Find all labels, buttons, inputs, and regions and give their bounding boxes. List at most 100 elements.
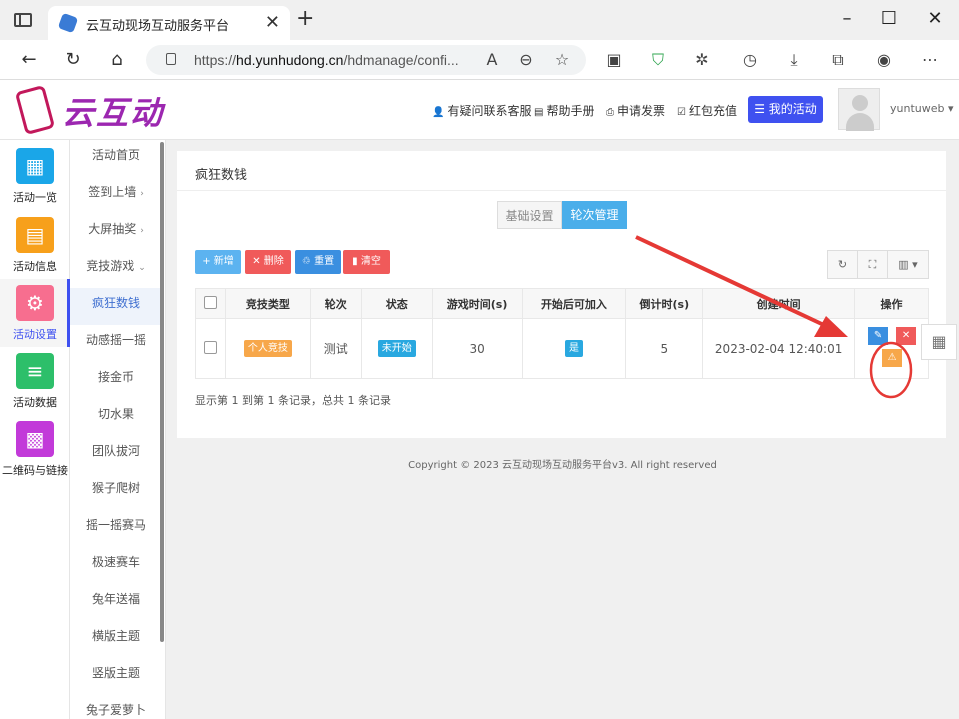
submenu-item[interactable]: 竖版主题 xyxy=(70,658,162,695)
round-management-card: 疯狂数钱 基础设置 轮次管理 + 新增 ✕ 删除 ♲ 重置 ▮ 清空 ↻ ⛶ ▥… xyxy=(177,151,946,438)
nav-label: 活动设置 xyxy=(13,328,57,341)
submenu-scrollbar[interactable] xyxy=(160,142,164,642)
database-icon: ≡ xyxy=(16,353,54,389)
username-dropdown[interactable]: yuntuweb ▾ xyxy=(890,102,954,115)
trash-icon: ▮ xyxy=(352,256,361,267)
nav-label: 活动一览 xyxy=(13,191,57,204)
submenu-item[interactable]: 兔子爱萝卜 xyxy=(70,695,162,719)
main-content: 疯狂数钱 基础设置 轮次管理 + 新增 ✕ 删除 ♲ 重置 ▮ 清空 ↻ ⛶ ▥… xyxy=(166,140,959,719)
refresh-icon[interactable]: ↻ xyxy=(60,48,86,72)
join-cell: 是 xyxy=(521,318,627,379)
submenu-item[interactable]: 摇一摇赛马 xyxy=(70,510,162,547)
read-aloud-icon[interactable]: A xyxy=(482,50,502,70)
refresh-table-button[interactable]: ↻ xyxy=(827,250,858,279)
reset-button[interactable]: ♲ 重置 xyxy=(295,250,341,274)
column-header[interactable]: 开始后可加入 xyxy=(521,288,627,319)
book-icon: ▤ xyxy=(534,107,544,118)
columns-toggle-button[interactable]: ▥ ▾ xyxy=(887,250,929,279)
extension-icon[interactable]: ▣ xyxy=(604,50,624,70)
submenu-item[interactable]: 兔年送福 xyxy=(70,584,162,621)
download-icon[interactable]: ⤓ xyxy=(784,50,804,70)
delete-button[interactable]: ✕ 删除 xyxy=(245,250,291,274)
submenu-item[interactable]: 猴子爬树 xyxy=(70,473,162,510)
qrcode-icon: ▩ xyxy=(16,421,54,457)
submenu-item[interactable]: 签到上墙 › xyxy=(70,177,162,214)
submenu-item[interactable]: 接金币 xyxy=(70,362,162,399)
column-header[interactable]: 竞技类型 xyxy=(224,288,311,319)
qrcode-float-button[interactable]: ▦ xyxy=(921,324,957,360)
profile-icon[interactable]: ◉ xyxy=(874,50,894,70)
collections-icon[interactable]: ⧉ xyxy=(828,50,848,70)
submenu-item-active[interactable]: 疯狂数钱 xyxy=(70,288,162,325)
column-header[interactable]: 倒计时(s) xyxy=(625,288,704,319)
address-bar[interactable]: https://hd.yunhudong.cn/hdmanage/confi..… xyxy=(146,45,586,75)
tab-round-management[interactable]: 轮次管理 xyxy=(562,201,627,229)
submenu-item[interactable]: 活动首页 xyxy=(70,140,162,177)
tab-close-icon[interactable]: ✕ xyxy=(265,12,280,33)
logo[interactable]: 云互动 xyxy=(62,88,164,134)
select-all-checkbox[interactable] xyxy=(203,295,217,309)
user-plus-icon: 👤 xyxy=(432,107,445,118)
table-row[interactable]: 个人竞技 测试 未开始 30 是 5 2023-02-04 12:40:01 ✎… xyxy=(195,318,929,379)
column-header[interactable]: 创建时间 xyxy=(702,288,856,319)
edit-button[interactable]: ✎ xyxy=(868,327,889,345)
puzzle-icon[interactable]: ✲ xyxy=(692,50,712,70)
minimize-icon[interactable]: – xyxy=(832,8,862,29)
tab-actions-icon[interactable] xyxy=(14,13,32,27)
history-icon[interactable]: ◷ xyxy=(740,50,760,70)
clear-button[interactable]: ▮ 清空 xyxy=(343,250,390,274)
submenu-item[interactable]: 大屏抽奖 › xyxy=(70,214,162,251)
game-time-cell: 30 xyxy=(431,318,523,379)
nav-activity-data[interactable]: ≡ 活动数据 xyxy=(0,347,70,415)
fullscreen-button[interactable]: ⛶ xyxy=(857,250,888,279)
shield-icon[interactable]: ⛉ xyxy=(648,50,668,70)
my-activity-button[interactable]: ☰ 我的活动 xyxy=(748,96,823,123)
submenu-item[interactable]: 极速赛车 xyxy=(70,547,162,584)
avatar[interactable] xyxy=(838,88,880,131)
check-shield-icon: ☑ xyxy=(677,107,686,118)
submenu-item[interactable]: 横版主题 xyxy=(70,621,162,658)
redpacket-recharge-link[interactable]: ☑ 红包充值 xyxy=(677,102,737,119)
help-manual-link[interactable]: ▤ 帮助手册 xyxy=(534,102,594,119)
browser-tab-bar: 云互动现场互动服务平台 ✕ + – ☐ ✕ xyxy=(0,0,959,40)
favorite-icon[interactable]: ☆ xyxy=(552,50,572,70)
countdown-cell: 5 xyxy=(625,318,704,379)
sub-menu: 活动首页 签到上墙 › 大屏抽奖 › 竞技游戏 ⌄ 疯狂数钱 动感摇一摇 接金币 切水… xyxy=(70,140,166,719)
tab-basic-settings[interactable]: 基础设置 xyxy=(497,201,562,229)
round-cell: 测试 xyxy=(309,318,362,379)
browser-toolbar: ← ↻ ⌂ https://hd.yunhudong.cn/hdmanage/c… xyxy=(0,40,959,80)
main-sidebar: ▦ 活动一览 ▤ 活动信息 ⚙ 活动设置 ≡ 活动数据 ▩ 二维码与链接 xyxy=(0,140,70,719)
nav-activity-list[interactable]: ▦ 活动一览 xyxy=(0,142,70,210)
column-header[interactable]: 游戏时间(s) xyxy=(431,288,523,319)
delete-row-button[interactable]: ✕ xyxy=(896,327,917,345)
type-cell: 个人竞技 xyxy=(224,318,311,379)
logo-phone-icon xyxy=(14,84,56,136)
close-window-icon[interactable]: ✕ xyxy=(920,8,950,29)
submenu-item[interactable]: 竞技游戏 ⌄ xyxy=(70,251,162,288)
column-header[interactable]: 状态 xyxy=(360,288,433,319)
home-icon[interactable]: ⌂ xyxy=(104,48,130,72)
nav-qrcode-links[interactable]: ▩ 二维码与链接 xyxy=(0,415,70,483)
actions-cell: ✎ ✕ ⚠ xyxy=(854,318,929,379)
column-header[interactable]: 轮次 xyxy=(309,288,362,319)
table-header: 竞技类型 轮次 状态 游戏时间(s) 开始后可加入 倒计时(s) 创建时间 操作 xyxy=(195,288,929,319)
warning-action-button[interactable]: ⚠ xyxy=(882,349,903,367)
add-button[interactable]: + 新增 xyxy=(195,250,241,274)
nav-activity-info[interactable]: ▤ 活动信息 xyxy=(0,211,70,279)
more-icon[interactable]: ⋯ xyxy=(920,50,940,70)
submenu-item[interactable]: 团队拔河 xyxy=(70,436,162,473)
grid-icon: ▦ xyxy=(16,148,54,184)
maximize-icon[interactable]: ☐ xyxy=(874,8,904,29)
invoice-link[interactable]: ⎙ 申请发票 xyxy=(606,102,665,119)
status-badge: 未开始 xyxy=(377,340,416,357)
submenu-item[interactable]: 切水果 xyxy=(70,399,162,436)
url-text: https://hd.yunhudong.cn/hdmanage/confi..… xyxy=(194,52,459,68)
back-icon[interactable]: ← xyxy=(16,48,42,72)
submenu-item[interactable]: 动感摇一摇 xyxy=(70,325,162,362)
row-checkbox[interactable] xyxy=(203,340,217,354)
browser-tab[interactable]: 云互动现场互动服务平台 ✕ xyxy=(48,6,290,40)
zoom-icon[interactable]: ⊖ xyxy=(516,50,536,70)
nav-activity-settings[interactable]: ⚙ 活动设置 xyxy=(0,279,70,347)
contact-support-link[interactable]: 👤 有疑问联系客服 xyxy=(432,102,531,119)
new-tab-icon[interactable]: + xyxy=(296,8,314,30)
